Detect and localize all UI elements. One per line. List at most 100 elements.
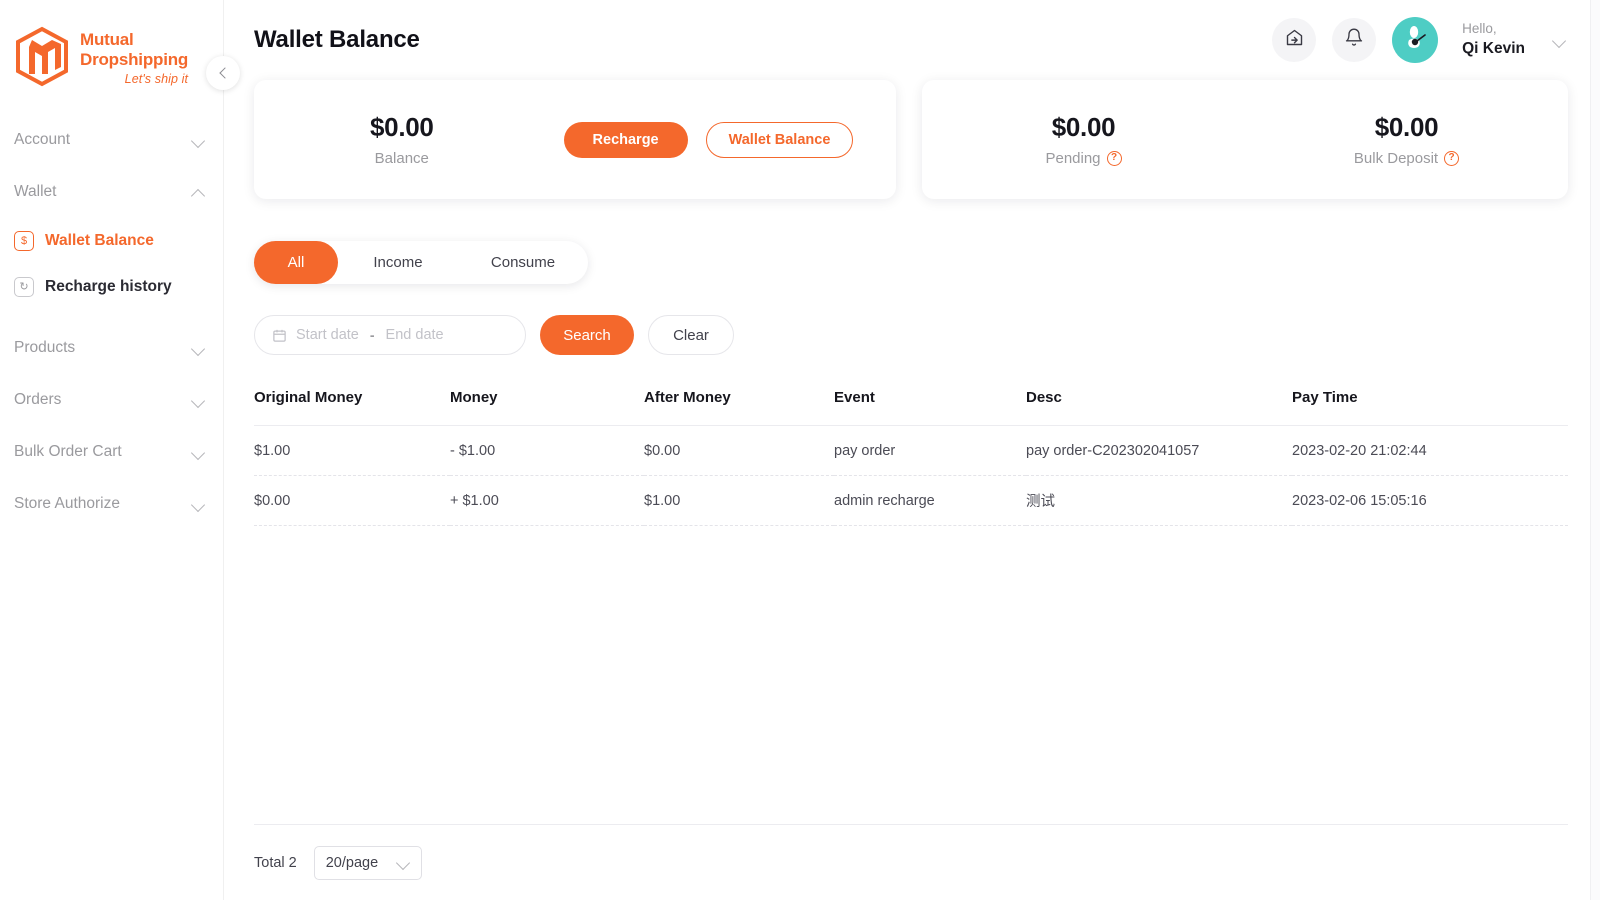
main-area: Wallet Balance [224, 0, 1600, 900]
question-circle-icon[interactable]: ? [1444, 151, 1459, 166]
chevron-down-icon[interactable] [1553, 34, 1566, 47]
page-title: Wallet Balance [254, 26, 1272, 54]
balance-stat: $0.00 Balance [370, 112, 434, 167]
column-header-event: Event [834, 389, 1026, 426]
header-actions: Hello, Qi Kevin [1272, 17, 1566, 63]
table-footer: Total 2 20/page [254, 824, 1568, 900]
cube-logo-icon [12, 26, 72, 88]
balance-card-actions: Recharge Wallet Balance [564, 122, 854, 158]
cell-pay-time: 2023-02-20 21:02:44 [1292, 426, 1568, 476]
brand-logo[interactable]: Mutual Dropshipping Let's ship it [0, 0, 223, 88]
date-range-picker[interactable]: Start date - End date [254, 315, 526, 355]
sidebar-item-recharge-history[interactable]: ↻ Recharge history [0, 264, 223, 310]
user-avatar-icon [1398, 21, 1432, 60]
cell-event: pay order [834, 426, 1026, 476]
notifications-button[interactable] [1332, 18, 1376, 62]
sidebar-group-store-authorize[interactable]: Store Authorize [0, 478, 223, 530]
cell-desc: 测试 [1026, 476, 1292, 526]
chevron-down-icon [397, 856, 410, 869]
balance-caption: Balance [370, 150, 434, 167]
sidebar-group-products[interactable]: Products [0, 322, 223, 374]
stats-card: $0.00 Pending ? $0.00 Bulk Deposit [922, 80, 1568, 199]
sidebar-group-label: Account [14, 131, 192, 149]
question-circle-icon[interactable]: ? [1107, 151, 1122, 166]
sidebar-group-bulk-order-cart[interactable]: Bulk Order Cart [0, 426, 223, 478]
calendar-icon [272, 328, 287, 343]
sidebar-group-label: Bulk Order Cart [14, 443, 192, 461]
cell-original-money: $1.00 [254, 426, 450, 476]
sidebar: Mutual Dropshipping Let's ship it Accoun… [0, 0, 224, 900]
app-root: Mutual Dropshipping Let's ship it Accoun… [0, 0, 1600, 900]
sidebar-group-label: Store Authorize [14, 495, 192, 513]
avatar[interactable] [1392, 17, 1438, 63]
sidebar-item-label: Wallet Balance [45, 232, 154, 250]
column-header-after-money: After Money [644, 389, 834, 426]
balance-amount: $0.00 [370, 112, 434, 143]
chevron-down-icon [192, 498, 205, 511]
bulk-deposit-caption: Bulk Deposit [1354, 150, 1438, 167]
end-date-input[interactable]: End date [386, 327, 444, 343]
chevron-up-icon [192, 186, 205, 199]
chevron-down-icon [192, 342, 205, 355]
sidebar-group-orders[interactable]: Orders [0, 374, 223, 426]
sidebar-group-account[interactable]: Account [0, 114, 223, 166]
table-header-row: Original Money Money After Money Event D… [254, 389, 1568, 426]
search-button[interactable]: Search [540, 315, 634, 355]
home-return-button[interactable] [1272, 18, 1316, 62]
transactions-table: Original Money Money After Money Event D… [254, 389, 1568, 526]
date-range-separator: - [370, 327, 375, 343]
user-menu[interactable]: Hello, Qi Kevin [1462, 20, 1525, 59]
wallet-balance-button[interactable]: Wallet Balance [706, 122, 854, 158]
sidebar-group-wallet[interactable]: Wallet [0, 166, 223, 218]
chevron-down-icon [192, 394, 205, 407]
content-area: $0.00 Balance Recharge Wallet Balance $0… [224, 80, 1600, 526]
chevron-down-icon [192, 134, 205, 147]
table-body: $1.00 - $1.00 $0.00 pay order pay order-… [254, 426, 1568, 526]
brand-line-2: Dropshipping [80, 50, 188, 70]
sidebar-group-label: Orders [14, 391, 192, 409]
cell-after-money: $1.00 [644, 476, 834, 526]
top-header: Wallet Balance [224, 0, 1600, 80]
nav-divider [0, 310, 223, 322]
cell-original-money: $0.00 [254, 476, 450, 526]
username-text: Qi Kevin [1462, 39, 1525, 60]
sidebar-item-label: Recharge history [45, 278, 172, 296]
sidebar-item-wallet-balance[interactable]: $ Wallet Balance [0, 218, 223, 264]
total-count-label: Total 2 [254, 855, 297, 871]
page-size-value: 20/page [326, 855, 397, 871]
filter-tabs: All Income Consume [254, 241, 588, 284]
bulk-deposit-stat: $0.00 Bulk Deposit ? [1245, 112, 1568, 167]
brand-tagline: Let's ship it [80, 72, 188, 86]
clear-button[interactable]: Clear [648, 315, 734, 355]
sidebar-nav: Account Wallet $ Wallet Balance ↻ Rechar… [0, 114, 223, 530]
sidebar-group-label: Wallet [14, 183, 192, 201]
filter-bar: Start date - End date Search Clear [254, 315, 1568, 355]
column-header-original-money: Original Money [254, 389, 450, 426]
chevron-left-icon [219, 67, 230, 78]
cell-desc: pay order-C202302041057 [1026, 426, 1292, 476]
page-size-select[interactable]: 20/page [314, 846, 422, 880]
start-date-input[interactable]: Start date [296, 327, 359, 343]
sidebar-group-label: Products [14, 339, 192, 357]
sidebar-collapse-button[interactable] [206, 56, 240, 90]
tab-all[interactable]: All [254, 241, 338, 284]
cell-pay-time: 2023-02-06 15:05:16 [1292, 476, 1568, 526]
tab-income[interactable]: Income [338, 241, 458, 284]
home-return-icon [1284, 27, 1305, 53]
summary-cards: $0.00 Balance Recharge Wallet Balance $0… [254, 80, 1568, 199]
brand-line-1: Mutual [80, 30, 188, 50]
table-row[interactable]: $1.00 - $1.00 $0.00 pay order pay order-… [254, 426, 1568, 476]
cell-money: + $1.00 [450, 476, 644, 526]
pending-stat: $0.00 Pending ? [922, 112, 1245, 167]
dollar-square-icon: $ [14, 231, 34, 251]
cell-money: - $1.00 [450, 426, 644, 476]
vertical-scrollbar[interactable] [1590, 0, 1600, 900]
table-row[interactable]: $0.00 + $1.00 $1.00 admin recharge 测试 20… [254, 476, 1568, 526]
recharge-button[interactable]: Recharge [564, 122, 688, 158]
column-header-money: Money [450, 389, 644, 426]
pending-amount: $0.00 [1045, 112, 1121, 143]
cell-event: admin recharge [834, 476, 1026, 526]
chevron-down-icon [192, 446, 205, 459]
table-head: Original Money Money After Money Event D… [254, 389, 1568, 426]
tab-consume[interactable]: Consume [458, 241, 588, 284]
